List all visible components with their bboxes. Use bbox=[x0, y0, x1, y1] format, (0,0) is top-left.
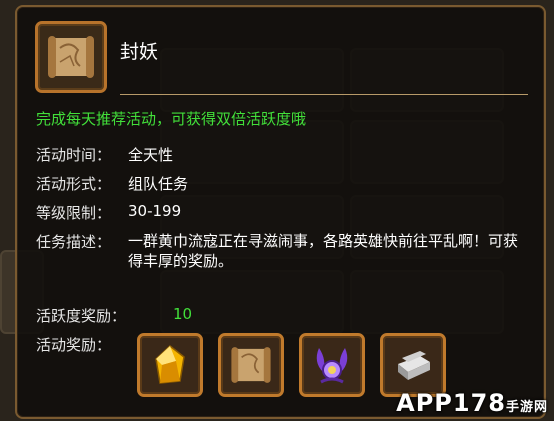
gold-crystal-icon bbox=[155, 345, 185, 384]
watermark-sub: 手游网 bbox=[505, 400, 548, 415]
activity-reward-label: 活动奖励： bbox=[36, 336, 112, 354]
purple-orb-icon bbox=[316, 348, 348, 384]
site-watermark: APP178手游网 bbox=[396, 389, 548, 417]
level-limit-row: 等级限制： 30-199 bbox=[36, 202, 181, 223]
double-vitality-notice: 完成每天推荐活动，可获得双倍活跃度哦 bbox=[36, 110, 307, 128]
title-divider bbox=[120, 94, 528, 95]
activity-form-row: 活动形式： 组队任务 bbox=[36, 173, 188, 194]
vitality-reward-value: 10 bbox=[173, 305, 193, 323]
activity-title: 封妖 bbox=[120, 41, 159, 63]
activity-tooltip-panel: 封妖 完成每天推荐活动，可获得双倍活跃度哦 活动时间： 全天性 活动形式： 组队… bbox=[15, 5, 546, 419]
reward-slot-silver-ingot[interactable] bbox=[380, 333, 446, 397]
scroll-item-icon bbox=[35, 21, 107, 93]
vitality-reward-label: 活跃度奖励： bbox=[36, 307, 127, 325]
scroll-icon bbox=[231, 347, 271, 383]
reward-slot-purple-orb[interactable] bbox=[299, 333, 365, 397]
watermark-main: APP178 bbox=[396, 389, 506, 417]
reward-slot-scroll[interactable] bbox=[218, 333, 284, 397]
task-description-row: 任务描述： 一群黄巾流寇正在寻滋闹事，各路英雄快前往平乱啊！可获得丰厚的奖励。 bbox=[36, 231, 536, 270]
vitality-reward-row: 活跃度奖励： 10 bbox=[36, 305, 192, 326]
activity-form-value: 组队任务 bbox=[128, 175, 189, 193]
activity-time-label: 活动时间： bbox=[36, 146, 112, 164]
activity-time-row: 活动时间： 全天性 bbox=[36, 144, 173, 165]
activity-reward-row: 活动奖励： bbox=[36, 334, 111, 355]
level-limit-label: 等级限制： bbox=[36, 204, 112, 222]
level-limit-value: 30-199 bbox=[128, 202, 182, 220]
activity-time-value: 全天性 bbox=[128, 146, 174, 164]
reward-slot-gold-crystal[interactable] bbox=[137, 333, 203, 397]
task-description-value: 一群黄巾流寇正在寻滋闹事，各路英雄快前往平乱啊！可获得丰厚的奖励。 bbox=[128, 232, 519, 270]
silver-ingot-icon bbox=[398, 351, 430, 380]
activity-form-label: 活动形式： bbox=[36, 175, 112, 193]
task-description-label: 任务描述： bbox=[36, 233, 112, 251]
